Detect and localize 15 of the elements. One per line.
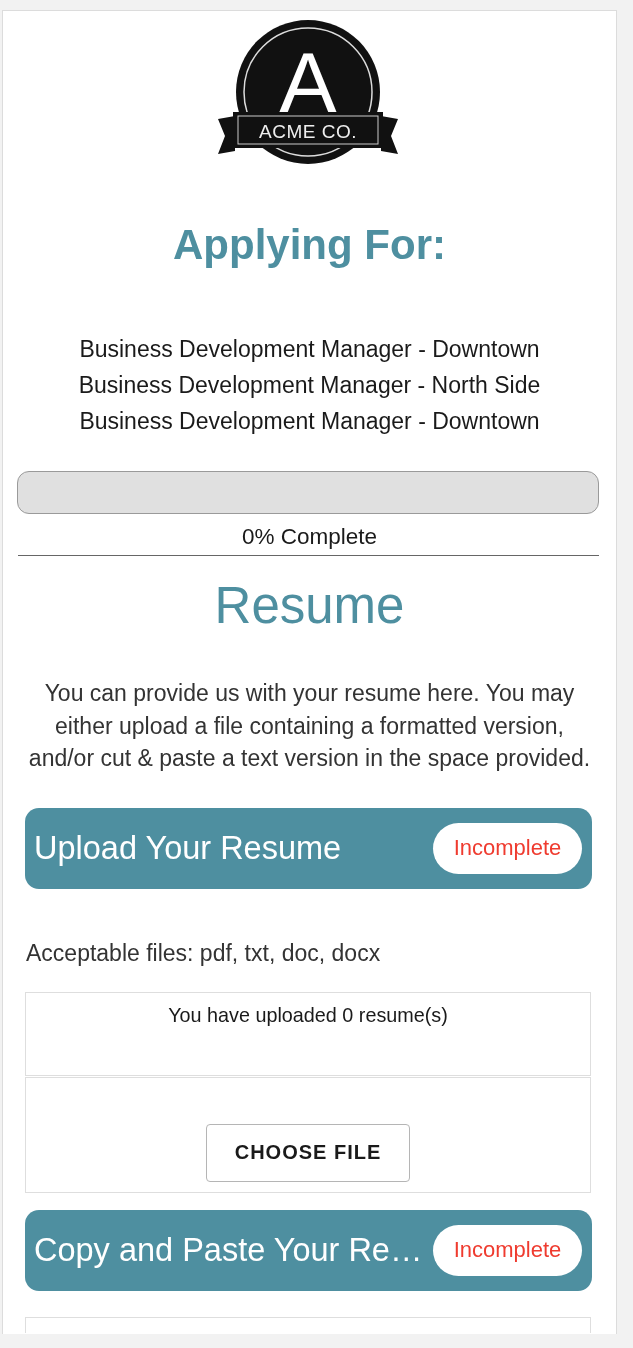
section-heading: Resume — [214, 578, 405, 634]
status-badge: Incomplete — [433, 1224, 582, 1276]
position-title: Business Development Manager - North Side — [78, 371, 541, 400]
intro-paragraph: You can provide us with your resume here. You may either upload a file containing a formatted version, and/or cut & paste a text version in the space provided. — [27, 679, 592, 773]
status-badge: Incomplete — [433, 822, 582, 874]
progress-label: 0% Complete — [241, 524, 378, 550]
section-title: Copy and Paste Your Re… — [34, 1231, 423, 1270]
section-title: Upload Your Resume — [34, 829, 342, 868]
upload-count-text: You have uploaded 0 resume(s) — [168, 1002, 448, 1027]
page-heading: Applying For: — [173, 220, 446, 270]
resume-text-field[interactable] — [25, 1316, 591, 1333]
position-title: Business Development Manager - Downtown — [79, 335, 540, 364]
choose-file-button[interactable]: CHOOSE FILE — [206, 1123, 410, 1182]
file-types-note: Acceptable files: pdf, txt, doc, docx — [26, 939, 381, 966]
position-title: Business Development Manager - Downtown — [79, 407, 540, 436]
